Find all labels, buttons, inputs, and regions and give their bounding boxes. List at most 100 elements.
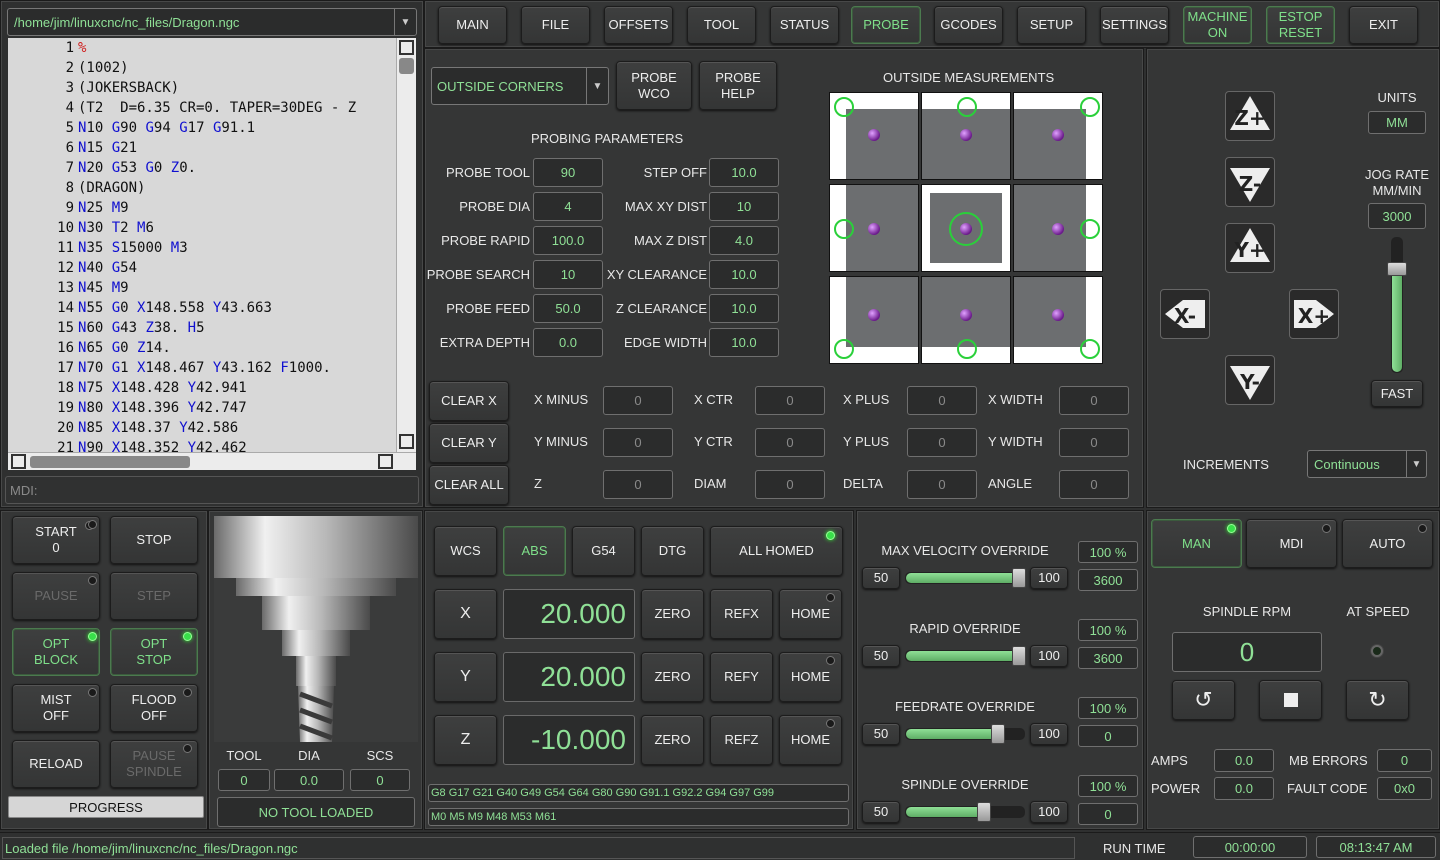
gcode-line[interactable]: 6 N15 G21 [8,138,396,158]
mist-button[interactable]: MIST OFF [12,684,100,732]
spindle-stop-button[interactable] [1259,680,1322,720]
gcode-line[interactable]: 16 N65 G0 Z14. [8,338,396,358]
gcode-line[interactable]: 18 N75 X148.428 Y42.941 [8,378,396,398]
clear-button[interactable]: CLEAR X [429,381,509,421]
override-slider[interactable] [905,646,1026,666]
override-slider[interactable] [905,802,1025,822]
units-field[interactable]: MM [1368,111,1426,134]
override-min-button[interactable]: 50 [862,645,900,667]
tab-probe[interactable]: PROBE [851,6,921,44]
reload-button[interactable]: RELOAD [12,740,100,788]
clear-button[interactable]: CLEAR Y [429,423,509,463]
axis-label[interactable]: Y [434,652,497,702]
tab-offsets[interactable]: OFFSETS [604,6,673,44]
scroll-thumb[interactable] [399,58,414,74]
probe-position-button[interactable] [829,92,919,180]
probe-position-button[interactable] [921,92,1011,180]
probe-position-button[interactable] [1013,276,1103,364]
override-min-button[interactable]: 50 [862,801,900,823]
zero-z-button[interactable]: ZERO [641,715,704,765]
step-button[interactable]: STEP [110,572,198,620]
gcode-line[interactable]: 7 N20 G53 G0 Z0. [8,158,396,178]
vertical-scrollbar[interactable] [396,38,416,452]
probe-position-button[interactable] [921,184,1011,272]
gcode-line[interactable]: 1% [8,38,396,58]
opt-block-button[interactable]: OPT BLOCK [12,628,100,676]
ref-x-button[interactable]: REFX [710,589,773,639]
gcode-line[interactable]: 12 N40 G54 [8,258,396,278]
gcode-line[interactable]: 9 N25 M9 [8,198,396,218]
param-field[interactable]: 4 [533,192,603,221]
override-knob[interactable] [1012,646,1026,666]
jog-rate-field[interactable]: 3000 [1368,203,1426,229]
man-mode-button[interactable]: MAN [1151,519,1242,568]
chevron-down-icon[interactable]: ▼ [394,9,416,35]
jog-yminus-button[interactable]: Y- [1225,355,1275,405]
mdi-mode-button[interactable]: MDI [1246,519,1337,568]
override-max-button[interactable]: 100 [1030,567,1068,589]
tab-setup[interactable]: SETUP [1017,6,1086,44]
zero-x-button[interactable]: ZERO [641,589,704,639]
start-button[interactable]: START 0 [12,516,100,564]
ref-z-button[interactable]: REFZ [710,715,773,765]
probe-position-button[interactable] [829,276,919,364]
param-field[interactable]: 50.0 [533,294,603,323]
scroll-hthumb[interactable] [30,456,190,468]
fast-button[interactable]: FAST [1371,380,1423,407]
gcode-line[interactable]: 21 N90 X148.352 Y42.462 [8,438,396,452]
jog-zplus-button[interactable]: Z+ [1225,91,1275,141]
ref-y-button[interactable]: REFY [710,652,773,702]
override-max-button[interactable]: 100 [1030,801,1068,823]
jog-xplus-button[interactable]: X+ [1289,289,1339,339]
param-field[interactable]: 10 [709,192,779,221]
all-homed-button[interactable]: ALL HOMED [710,526,843,576]
jog-zminus-button[interactable]: Z- [1225,157,1275,207]
jog-yplus-button[interactable]: Y+ [1225,223,1275,273]
chevron-down-icon[interactable]: ▼ [1406,451,1426,477]
pause-button[interactable]: PAUSE [12,572,100,620]
wcs-button[interactable]: WCS [434,526,497,576]
scroll-right-icon[interactable] [378,454,393,469]
override-knob[interactable] [1012,568,1026,588]
override-max-button[interactable]: 100 [1030,645,1068,667]
tab-gcodes[interactable]: GCODES [934,6,1003,44]
tab-settings[interactable]: SETTINGS [1100,6,1169,44]
param-field[interactable]: 10.0 [709,294,779,323]
exit-button[interactable]: EXIT [1349,6,1418,44]
probe-position-button[interactable] [829,184,919,272]
gcode-line[interactable]: 2 (1002) [8,58,396,78]
probe-position-button[interactable] [921,276,1011,364]
dtg-button[interactable]: DTG [641,526,704,576]
tab-main[interactable]: MAIN [438,6,507,44]
horizontal-scrollbar[interactable] [8,452,416,470]
override-slider[interactable] [905,724,1025,744]
axis-label[interactable]: X [434,589,497,639]
gcode-line[interactable]: 8 (DRAGON) [8,178,396,198]
abs-button[interactable]: ABS [503,526,566,576]
auto-mode-button[interactable]: AUTO [1342,519,1433,568]
gcode-line[interactable]: 11 N35 S15000 M3 [8,238,396,258]
param-field[interactable]: 10.0 [709,328,779,357]
tab-file[interactable]: FILE [521,6,590,44]
gcode-line[interactable]: 13 N45 M9 [8,278,396,298]
estop-reset-button[interactable]: ESTOP RESET [1266,6,1335,44]
override-min-button[interactable]: 50 [862,567,900,589]
chevron-down-icon[interactable]: ▼ [586,68,608,104]
axis-label[interactable]: Z [434,715,497,765]
g54-button[interactable]: G54 [572,526,635,576]
gcode-line[interactable]: 4 (T2 D=6.35 CR=0. TAPER=30DEG - Z [8,98,396,118]
jog-rate-knob[interactable] [1387,262,1407,277]
increments-select[interactable]: Continuous ▼ [1307,450,1427,478]
param-field[interactable]: 4.0 [709,226,779,255]
jog-xminus-button[interactable]: X- [1160,289,1210,339]
scroll-down-icon[interactable] [399,434,414,449]
spindle-forward-button[interactable]: ↻ [1346,680,1409,720]
param-field[interactable]: 10.0 [709,260,779,289]
override-knob[interactable] [977,802,992,822]
probe-wco-button[interactable]: PROBE WCO [616,61,692,110]
gcode-line[interactable]: 15 N60 G43 Z38. H5 [8,318,396,338]
param-field[interactable]: 10.0 [709,158,779,187]
param-field[interactable]: 10 [533,260,603,289]
gcode-line[interactable]: 20 N85 X148.37 Y42.586 [8,418,396,438]
jog-rate-slider[interactable] [1387,237,1407,373]
